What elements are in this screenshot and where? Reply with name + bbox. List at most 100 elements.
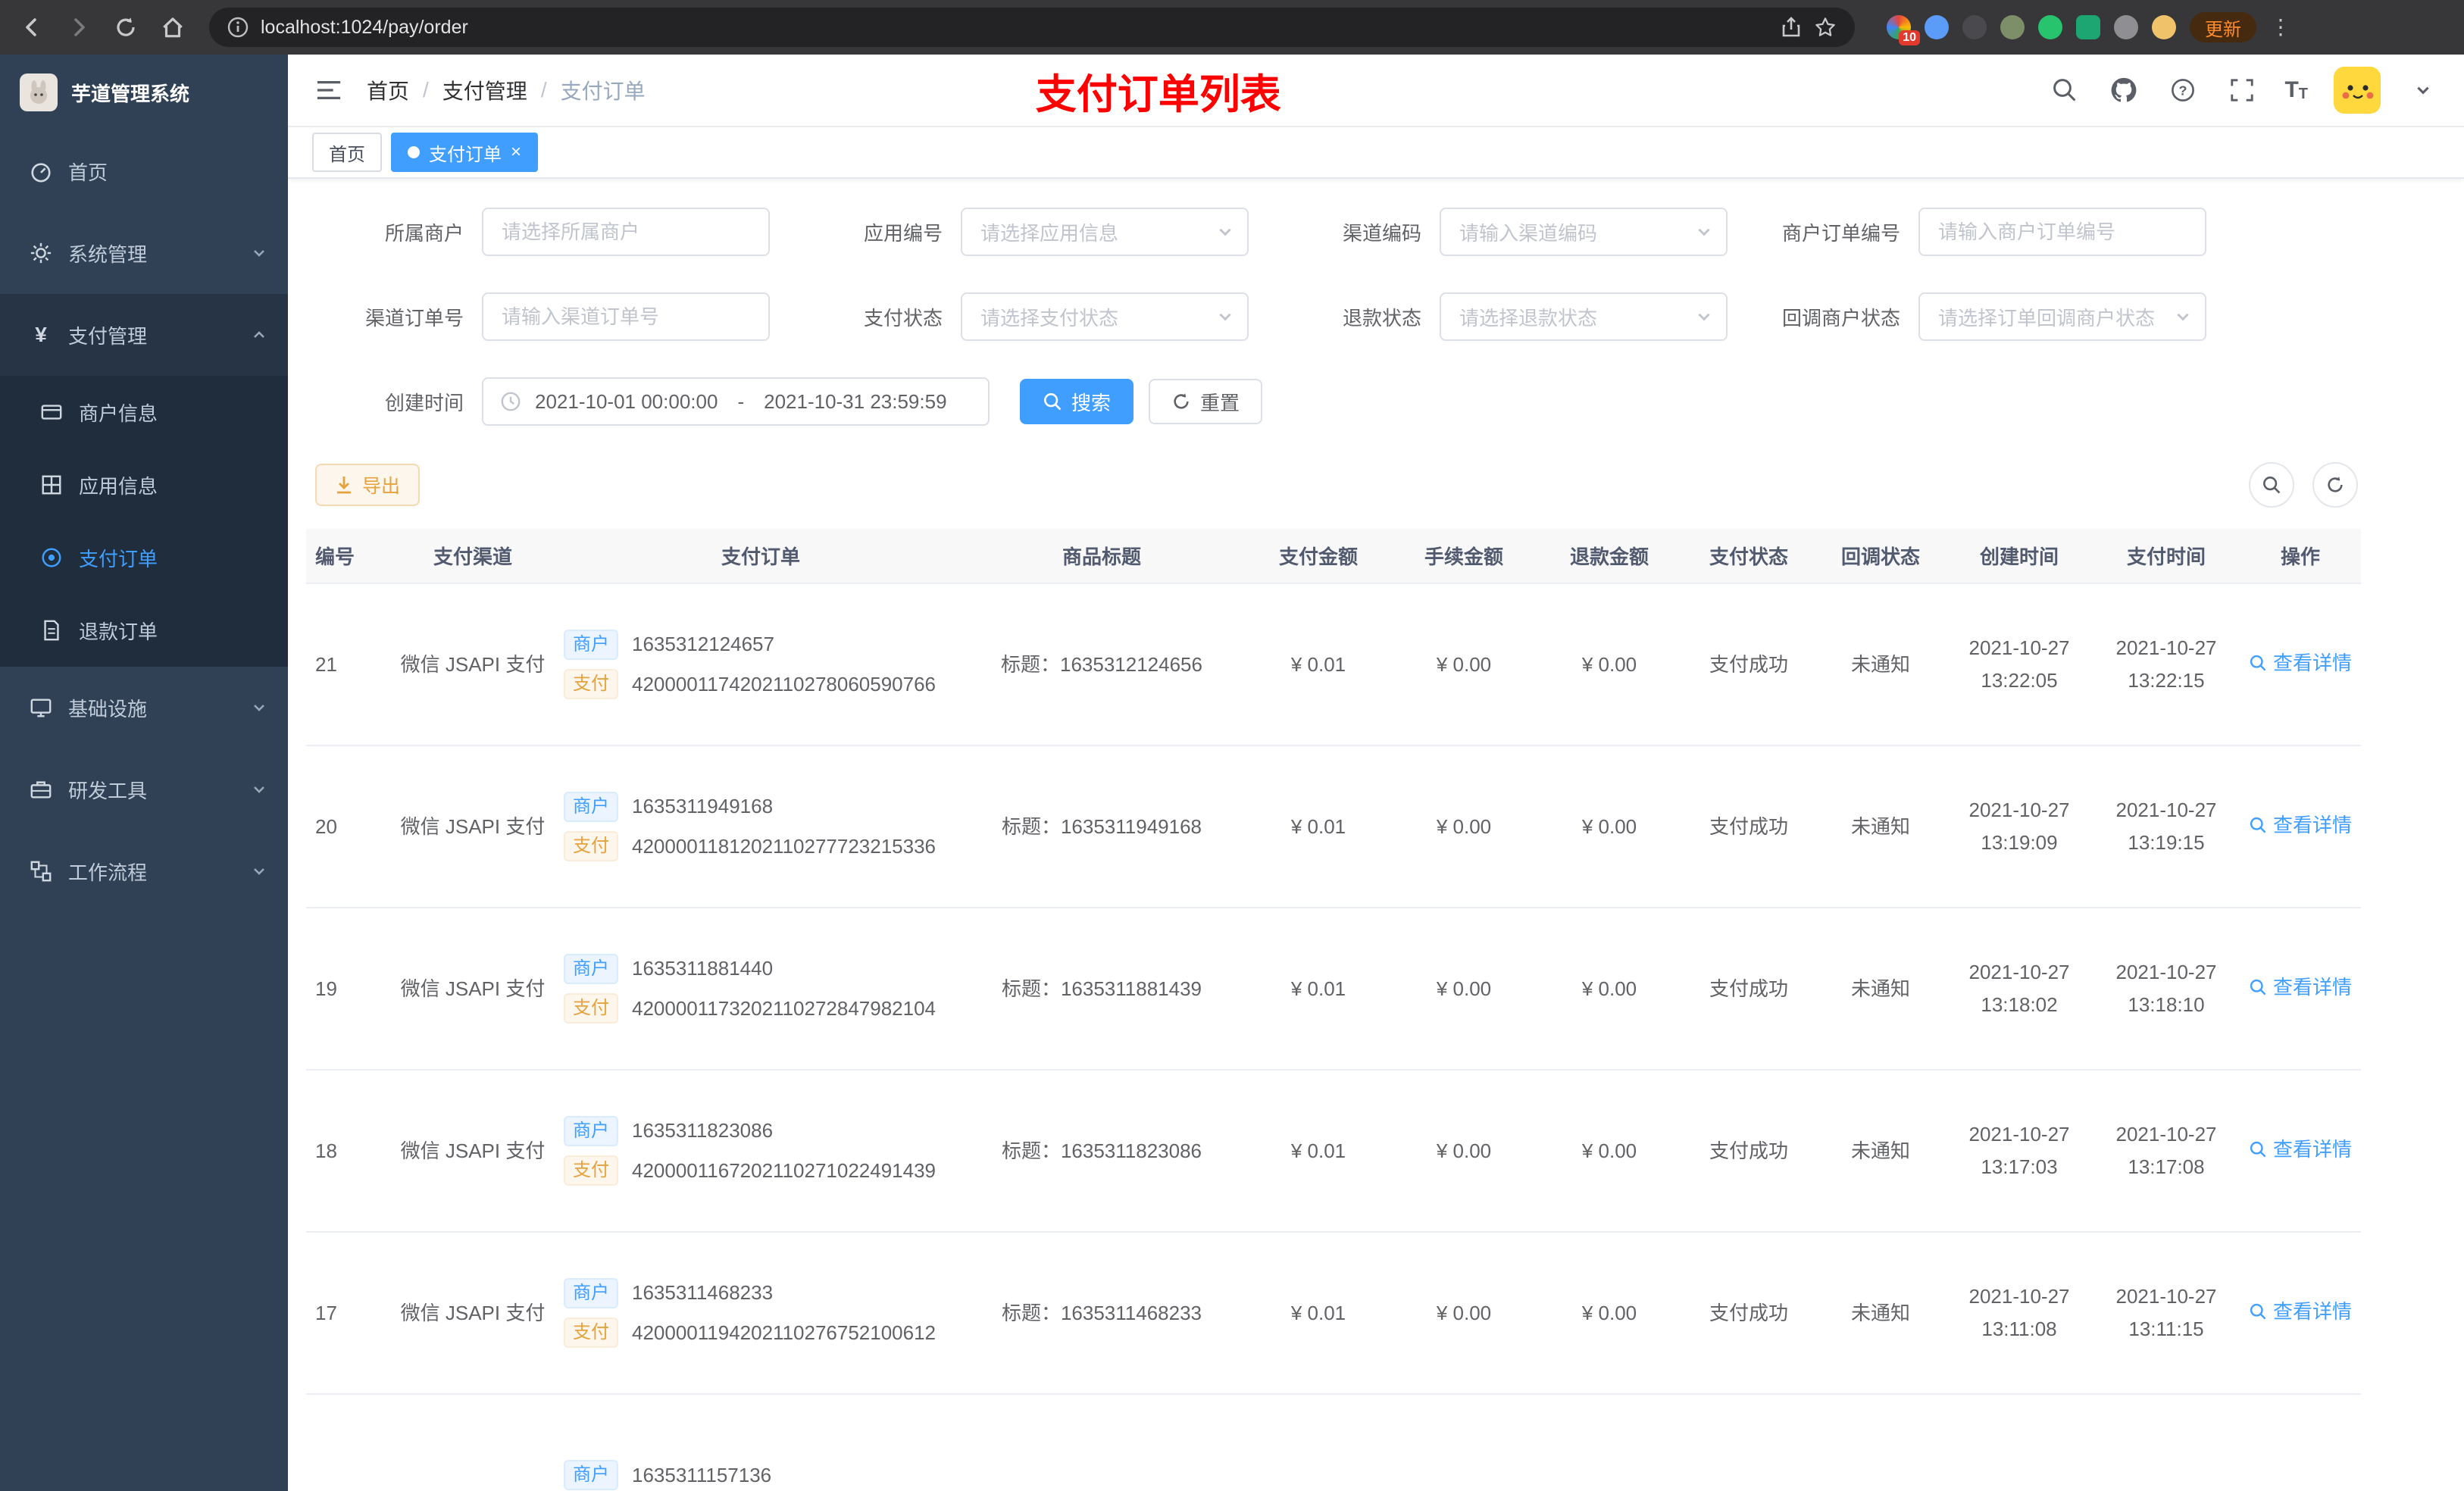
channel-order-no-input[interactable]	[482, 292, 770, 341]
column-header: 支付状态	[1682, 529, 1815, 584]
extension-icon[interactable]	[1962, 15, 1987, 39]
cell-refund: ¥ 0.00	[1537, 1232, 1682, 1395]
column-header: 支付时间	[2093, 529, 2240, 584]
chevron-down-icon	[252, 782, 267, 797]
cell-create-time: 2021-10-27 13:17:03	[1946, 1070, 2093, 1233]
cell-order-no: 商户 1635311468233 支付 42000011942021102767521…	[564, 1232, 958, 1395]
cell-channel: 微信 JSAPI 支付	[382, 746, 564, 908]
cell-status	[1682, 1394, 1815, 1491]
search-button[interactable]: 搜索	[1020, 379, 1134, 424]
extension-icon[interactable]	[2038, 15, 2062, 39]
sidebar-item-workflow[interactable]: 工作流程	[0, 830, 288, 912]
reset-button[interactable]: 重置	[1149, 379, 1263, 424]
github-icon[interactable]	[2107, 73, 2140, 107]
sidebar-item-infra[interactable]: 基础设施	[0, 667, 288, 749]
main-content: 首页 / 支付管理 / 支付订单 支付订单列表 ? T T 首页 支付订单 × …	[288, 55, 2464, 1491]
clock-icon	[501, 392, 521, 411]
export-button[interactable]: 导出	[315, 464, 421, 506]
app-title: 芋道管理系统	[71, 82, 190, 105]
channel-order-no-label: 渠道订单号	[364, 306, 464, 330]
home-button[interactable]	[156, 11, 189, 44]
view-detail-link[interactable]: 查看详情	[2249, 809, 2352, 842]
search-icon[interactable]	[2048, 73, 2081, 107]
date-range-picker[interactable]: 2021-10-01 00:00:00 - 2021-10-31 23:59:5…	[482, 377, 990, 426]
sidebar-item-system[interactable]: 系统管理	[0, 212, 288, 294]
notify-status-select[interactable]: 请选择订单回调商户状态	[1918, 292, 2206, 341]
bookmark-star-icon[interactable]	[1814, 16, 1837, 39]
cell-amount: ¥ 0.01	[1246, 908, 1391, 1071]
cell-status: 支付成功	[1682, 908, 1815, 1071]
cell-id	[306, 1394, 382, 1491]
tab-pay-order[interactable]: 支付订单 ×	[391, 133, 539, 172]
tab-close-icon[interactable]: ×	[511, 143, 521, 161]
refresh-button[interactable]	[109, 11, 142, 44]
profile-icon[interactable]	[2152, 15, 2176, 39]
site-info-icon[interactable]	[227, 17, 249, 38]
hamburger-icon[interactable]	[312, 73, 346, 107]
cell-amount: ¥ 0.01	[1246, 1070, 1391, 1233]
merchant-order-no: 1635312124657	[632, 633, 774, 656]
channel-code-select[interactable]: 请输入渠道编码	[1440, 208, 1728, 256]
sidebar-item-devtools[interactable]: 研发工具	[0, 749, 288, 830]
pay-tag: 支付	[564, 831, 618, 862]
cell-title: 标题：1635311881439	[958, 908, 1246, 1071]
cell-action: 查看详情	[2240, 1232, 2361, 1395]
pay-status-select[interactable]: 请选择支付状态	[961, 292, 1249, 341]
refresh-table-button[interactable]	[2312, 462, 2358, 508]
search-icon	[2250, 1304, 2266, 1320]
order-row: 21 微信 JSAPI 支付 商户 1635312124657 支付 4200001174…	[306, 583, 2361, 746]
cell-pay-time	[2093, 1394, 2240, 1491]
extension-icon[interactable]	[2000, 15, 2025, 39]
view-detail-link[interactable]: 查看详情	[2249, 1133, 2352, 1166]
search-icon	[1044, 393, 1062, 411]
cell-notify: 未通知	[1815, 1232, 1946, 1395]
avatar[interactable]	[2334, 67, 2381, 114]
fullscreen-icon[interactable]	[2225, 73, 2259, 107]
font-size-icon[interactable]: TT	[2284, 77, 2308, 103]
extensions-pin-icon[interactable]	[2114, 15, 2138, 39]
app-no-label: 应用编号	[863, 221, 943, 245]
sidebar-item-refund-order[interactable]: 退款订单	[0, 594, 288, 667]
share-icon[interactable]	[1781, 16, 1802, 39]
view-detail-link[interactable]: 查看详情	[2249, 971, 2352, 1004]
chevron-down-icon	[252, 864, 267, 879]
url-bar[interactable]: localhost:1024/pay/order	[209, 8, 1855, 47]
column-header: 支付金额	[1246, 529, 1391, 584]
back-button[interactable]	[15, 11, 48, 44]
sidebar-item-pay[interactable]: ¥ 支付管理	[0, 294, 288, 376]
merchant-label: 所属商户	[384, 221, 464, 245]
extension-icon[interactable]	[1925, 15, 1949, 39]
channel-order-no: 4200001173202110272847982104	[632, 997, 937, 1020]
forward-button[interactable]	[62, 11, 95, 44]
breadcrumb-pay[interactable]: 支付管理	[442, 75, 527, 105]
view-detail-link[interactable]: 查看详情	[2249, 647, 2352, 680]
pay-tag: 支付	[564, 1155, 618, 1186]
channel-order-no: 4200001181202110277723215336	[632, 835, 937, 858]
help-icon[interactable]: ?	[2166, 73, 2200, 107]
cell-create-time: 2021-10-27 13:22:05	[1946, 583, 2093, 746]
merchant-order-no-input[interactable]	[1918, 208, 2206, 256]
browser-menu-icon[interactable]: ⋮	[2270, 17, 2291, 38]
breadcrumb-home[interactable]: 首页	[367, 75, 409, 105]
merchant-input[interactable]	[482, 208, 770, 256]
extension-icon[interactable]: 10	[1887, 15, 1920, 45]
monitor-icon	[29, 695, 53, 720]
pay-submenu: 商户信息 应用信息 支付订单 退款订单	[0, 376, 288, 667]
breadcrumb-current: 支付订单	[560, 80, 646, 103]
cell-channel: 微信 JSAPI 支付	[382, 583, 564, 746]
chevron-down-icon[interactable]	[2406, 73, 2440, 107]
sidebar-item-merchant-info[interactable]: 商户信息	[0, 376, 288, 449]
cell-amount: ¥ 0.01	[1246, 583, 1391, 746]
sidebar-item-home[interactable]: 首页	[0, 130, 288, 212]
view-detail-link[interactable]: 查看详情	[2249, 1296, 2352, 1328]
update-button[interactable]: 更新	[2190, 12, 2256, 42]
order-row: 17 微信 JSAPI 支付 商户 1635311468233 支付 4200001194…	[306, 1232, 2361, 1395]
refund-status-select[interactable]: 请选择退款状态	[1440, 292, 1728, 341]
sidebar-item-pay-order[interactable]: 支付订单	[0, 521, 288, 594]
sidebar-item-app-info[interactable]: 应用信息	[0, 449, 288, 521]
app-no-select[interactable]: 请选择应用信息	[961, 208, 1249, 256]
tab-home[interactable]: 首页	[312, 133, 382, 172]
show-search-button[interactable]	[2249, 462, 2294, 508]
column-header: 退款金额	[1537, 529, 1682, 584]
extension-icon[interactable]	[2076, 15, 2100, 39]
